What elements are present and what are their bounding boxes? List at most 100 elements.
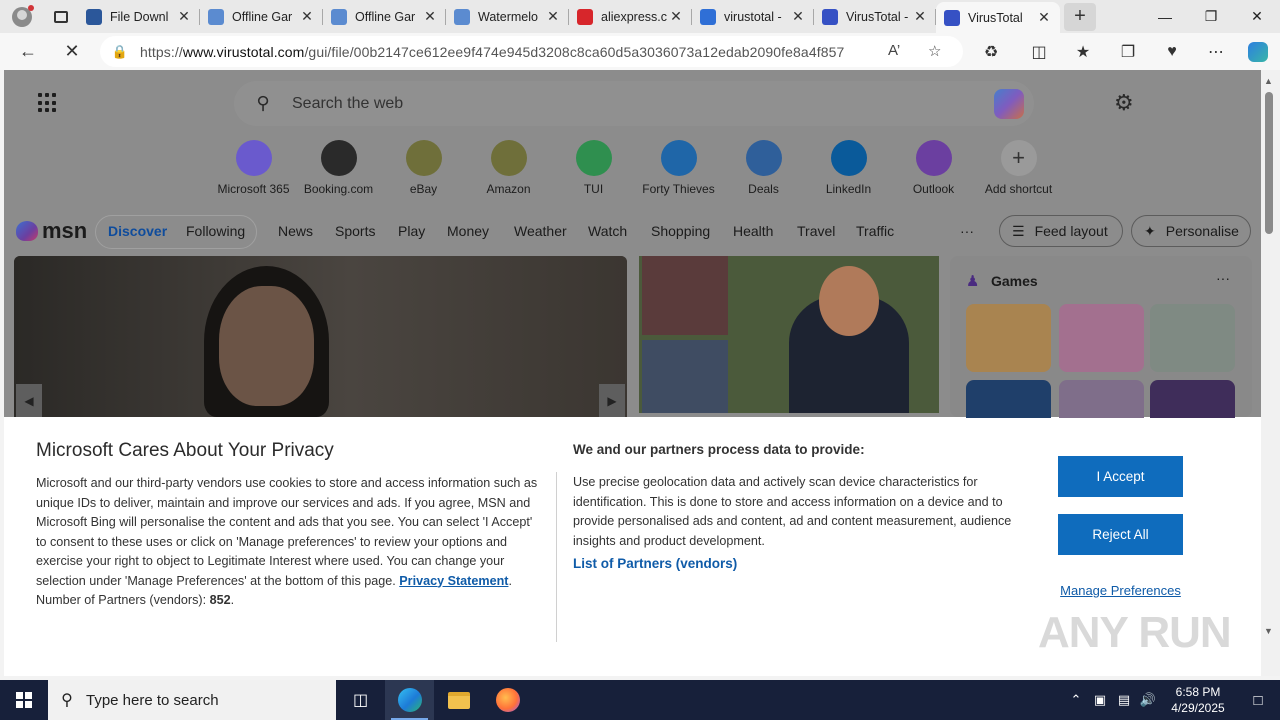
web-search-box[interactable]: ⚲	[234, 81, 1034, 126]
shortcut-tile[interactable]: Deals	[721, 140, 806, 196]
task-view-icon[interactable]: ◫	[336, 680, 385, 720]
nav-item-weather[interactable]: Weather	[514, 223, 567, 239]
gear-icon[interactable]: ⚙	[1114, 90, 1134, 116]
shortcut-tile[interactable]: Booking.com	[296, 140, 381, 196]
accept-button[interactable]: I Accept	[1058, 456, 1183, 497]
close-tab-icon[interactable]: ✕	[912, 8, 928, 25]
profile-button[interactable]	[0, 0, 44, 33]
back-button[interactable]: ←	[6, 34, 50, 70]
nav-item-traffic[interactable]: Traffic	[856, 223, 894, 239]
hero-card-right[interactable]	[639, 256, 939, 413]
nav-item-money[interactable]: Money	[447, 223, 489, 239]
more-nav-icon[interactable]: ···	[960, 223, 974, 239]
shortcut-tile[interactable]: + Add shortcut	[976, 140, 1061, 196]
close-tab-icon[interactable]: ✕	[668, 8, 684, 25]
shortcut-tile[interactable]: Microsoft 365	[211, 140, 296, 196]
scroll-thumb[interactable]	[1265, 92, 1273, 234]
extensions-icon[interactable]: ♻	[971, 36, 1011, 67]
volume-icon[interactable]: 🔊	[1136, 692, 1160, 708]
system-tray: ⌃ ▣ ▤ 🔊 6:58 PM 4/29/2025 □	[1064, 680, 1280, 720]
shortcut-tile[interactable]: Amazon	[466, 140, 551, 196]
shortcut-tile[interactable]: Outlook	[891, 140, 976, 196]
lock-icon[interactable]: 🔒	[100, 44, 140, 60]
nav-item-news[interactable]: News	[278, 223, 313, 239]
games-card[interactable]: ♟ Games ···	[950, 256, 1252, 448]
tab-actions-button[interactable]	[44, 0, 78, 33]
privacy-statement-link[interactable]: Privacy Statement	[399, 574, 508, 588]
msn-logo[interactable]: msn	[16, 218, 87, 244]
stop-loading-button[interactable]: ✕	[50, 34, 94, 70]
nav-item-play[interactable]: Play	[398, 223, 425, 239]
feed-layout-button[interactable]: ☰ Feed layout	[999, 215, 1123, 247]
nav-item-travel[interactable]: Travel	[797, 223, 835, 239]
reject-all-button[interactable]: Reject All	[1058, 514, 1183, 555]
game-tile[interactable]	[1150, 304, 1235, 372]
game-tile[interactable]	[966, 304, 1051, 372]
close-tab-icon[interactable]: ✕	[176, 8, 192, 25]
minimize-icon[interactable]: —	[1142, 0, 1188, 33]
browser-tab[interactable]: Offline Gar ✕	[200, 0, 323, 33]
shortcut-tile[interactable]: LinkedIn	[806, 140, 891, 196]
shortcut-tile[interactable]: TUI	[551, 140, 636, 196]
favorites-icon[interactable]: ★	[1063, 36, 1103, 67]
tab-discover[interactable]: Discover	[108, 223, 167, 239]
carousel-prev-icon[interactable]: ◀	[16, 384, 42, 417]
browser-tab[interactable]: virustotal - ✕	[692, 0, 814, 33]
manage-preferences-link[interactable]: Manage Preferences	[1058, 583, 1183, 598]
usb-icon[interactable]: ▣	[1088, 692, 1112, 708]
page-scrollbar[interactable]: ▲ ▼	[1261, 70, 1280, 676]
start-button[interactable]	[0, 680, 48, 720]
chevron-up-icon[interactable]: ⌃	[1064, 692, 1088, 708]
hero-card-left[interactable]: ◀ ▶	[14, 256, 627, 417]
close-window-icon[interactable]: ✕	[1234, 0, 1280, 33]
web-search-input[interactable]	[292, 94, 892, 113]
scroll-down-icon[interactable]: ▼	[1264, 626, 1273, 636]
tab-title: Watermelo	[478, 9, 538, 24]
plus-icon: +	[1000, 140, 1037, 176]
firefox-icon[interactable]	[483, 680, 532, 720]
nav-item-health[interactable]: Health	[733, 223, 773, 239]
browser-tab[interactable]: Watermelo ✕	[446, 0, 569, 33]
network-icon[interactable]: ▤	[1112, 692, 1136, 708]
browser-tab[interactable]: Offline Gar ✕	[323, 0, 446, 33]
close-tab-icon[interactable]: ✕	[545, 8, 561, 25]
shortcut-tile[interactable]: Forty Thieves	[636, 140, 721, 196]
games-more-icon[interactable]: ···	[1216, 270, 1230, 286]
edge-taskbar-icon[interactable]	[385, 680, 434, 720]
browser-tab[interactable]: VirusTotal ✕	[936, 2, 1060, 33]
copilot-icon[interactable]	[994, 89, 1024, 119]
taskbar-search[interactable]: ⚲ Type here to search	[48, 680, 336, 720]
browser-tab[interactable]: VirusTotal - ✕	[814, 0, 936, 33]
split-screen-icon[interactable]: ◫	[1019, 36, 1059, 67]
new-tab-button[interactable]: +	[1064, 2, 1096, 31]
close-tab-icon[interactable]: ✕	[1036, 9, 1052, 26]
shortcut-tile[interactable]: eBay	[381, 140, 466, 196]
browser-tab[interactable]: aliexpress.c ✕	[569, 0, 692, 33]
apps-grid-icon[interactable]	[38, 93, 58, 113]
browser-tab[interactable]: File Downl ✕	[78, 0, 200, 33]
read-aloud-icon[interactable]: A’	[888, 42, 900, 59]
favorite-star-icon[interactable]: ☆	[928, 42, 941, 60]
tab-following[interactable]: Following	[186, 223, 245, 239]
file-explorer-icon[interactable]	[434, 680, 483, 720]
settings-more-icon[interactable]: ⋯	[1196, 36, 1236, 67]
close-tab-icon[interactable]: ✕	[422, 8, 438, 25]
scroll-up-icon[interactable]: ▲	[1264, 76, 1273, 86]
collections-icon[interactable]: ❐	[1108, 36, 1148, 67]
restore-icon[interactable]: ❐	[1188, 0, 1234, 33]
address-bar[interactable]: 🔒 https://www.virustotal.com/gui/file/00…	[100, 36, 963, 67]
personalise-button[interactable]: ✦ Personalise	[1131, 215, 1251, 247]
notifications-icon[interactable]: □	[1236, 692, 1280, 709]
close-tab-icon[interactable]: ✕	[790, 8, 806, 25]
copilot-icon[interactable]	[1238, 36, 1278, 67]
nav-item-shopping[interactable]: Shopping	[651, 223, 710, 239]
clock[interactable]: 6:58 PM 4/29/2025	[1160, 684, 1236, 716]
nav-item-watch[interactable]: Watch	[588, 223, 627, 239]
privacy-title: Microsoft Cares About Your Privacy	[36, 440, 334, 461]
nav-item-sports[interactable]: Sports	[335, 223, 375, 239]
close-tab-icon[interactable]: ✕	[299, 8, 315, 25]
list-of-partners-link[interactable]: List of Partners (vendors)	[573, 556, 737, 571]
game-tile[interactable]	[1059, 304, 1144, 372]
carousel-next-icon[interactable]: ▶	[599, 384, 625, 417]
browser-essentials-icon[interactable]: ♥	[1152, 36, 1192, 67]
